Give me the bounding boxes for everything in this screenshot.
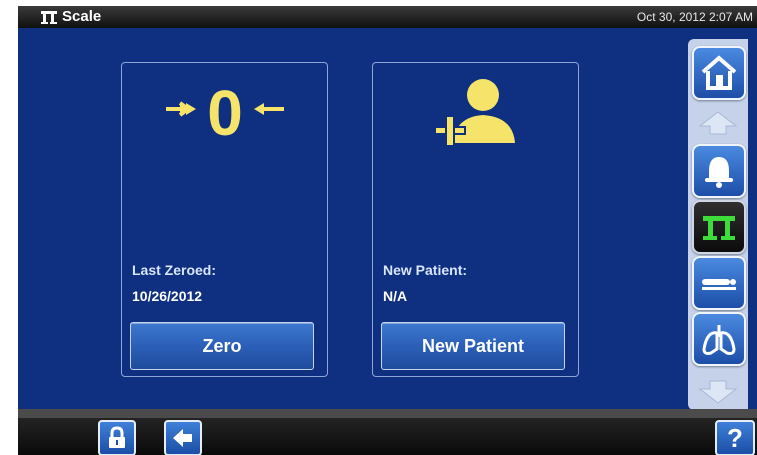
lungs-icon — [702, 325, 736, 355]
help-button[interactable]: ? — [715, 420, 755, 455]
alarm-bell-icon — [705, 157, 733, 188]
home-button[interactable] — [692, 46, 746, 100]
zero-card: 0 Last Zeroed: 10/26/2012 Zero — [121, 62, 328, 377]
alarm-button[interactable] — [692, 144, 746, 198]
scale-screen: Scale Oct 30, 2012 2:07 AM 0 Last Zeroed… — [18, 6, 757, 455]
title-bar: Scale Oct 30, 2012 2:07 AM — [18, 6, 757, 28]
lock-icon — [109, 426, 125, 448]
sidebar-nav — [688, 39, 748, 410]
new-patient-label: New Patient: — [383, 262, 468, 278]
scale-button[interactable] — [692, 200, 746, 254]
new-patient-card: New Patient: N/A New Patient — [372, 62, 579, 377]
bottom-bar-divider — [18, 409, 757, 418]
back-arrow-icon — [173, 429, 192, 447]
scroll-down-icon[interactable] — [696, 379, 740, 405]
scale-icon — [703, 216, 735, 240]
new-patient-value: N/A — [383, 288, 408, 304]
date-time: Oct 30, 2012 2:07 AM — [636, 10, 753, 24]
scale-icon — [41, 11, 57, 24]
add-patient-icon — [434, 79, 515, 147]
back-button[interactable] — [164, 420, 202, 455]
zero-button[interactable]: Zero — [130, 322, 314, 370]
new-patient-button[interactable]: New Patient — [381, 322, 565, 370]
bed-icon — [702, 279, 736, 290]
app-title: Scale — [62, 8, 102, 25]
last-zeroed-label: Last Zeroed: — [132, 262, 217, 278]
scroll-up-icon[interactable] — [696, 110, 740, 136]
lock-button[interactable] — [98, 420, 136, 455]
bottom-bar: ? — [18, 409, 757, 455]
bed-button[interactable] — [692, 256, 746, 310]
svg-text:0: 0 — [207, 79, 243, 143]
zero-arrows-icon: 0 — [166, 79, 284, 143]
last-zeroed-value: 10/26/2012 — [132, 288, 203, 304]
home-icon — [701, 55, 737, 90]
lungs-button[interactable] — [692, 312, 746, 366]
